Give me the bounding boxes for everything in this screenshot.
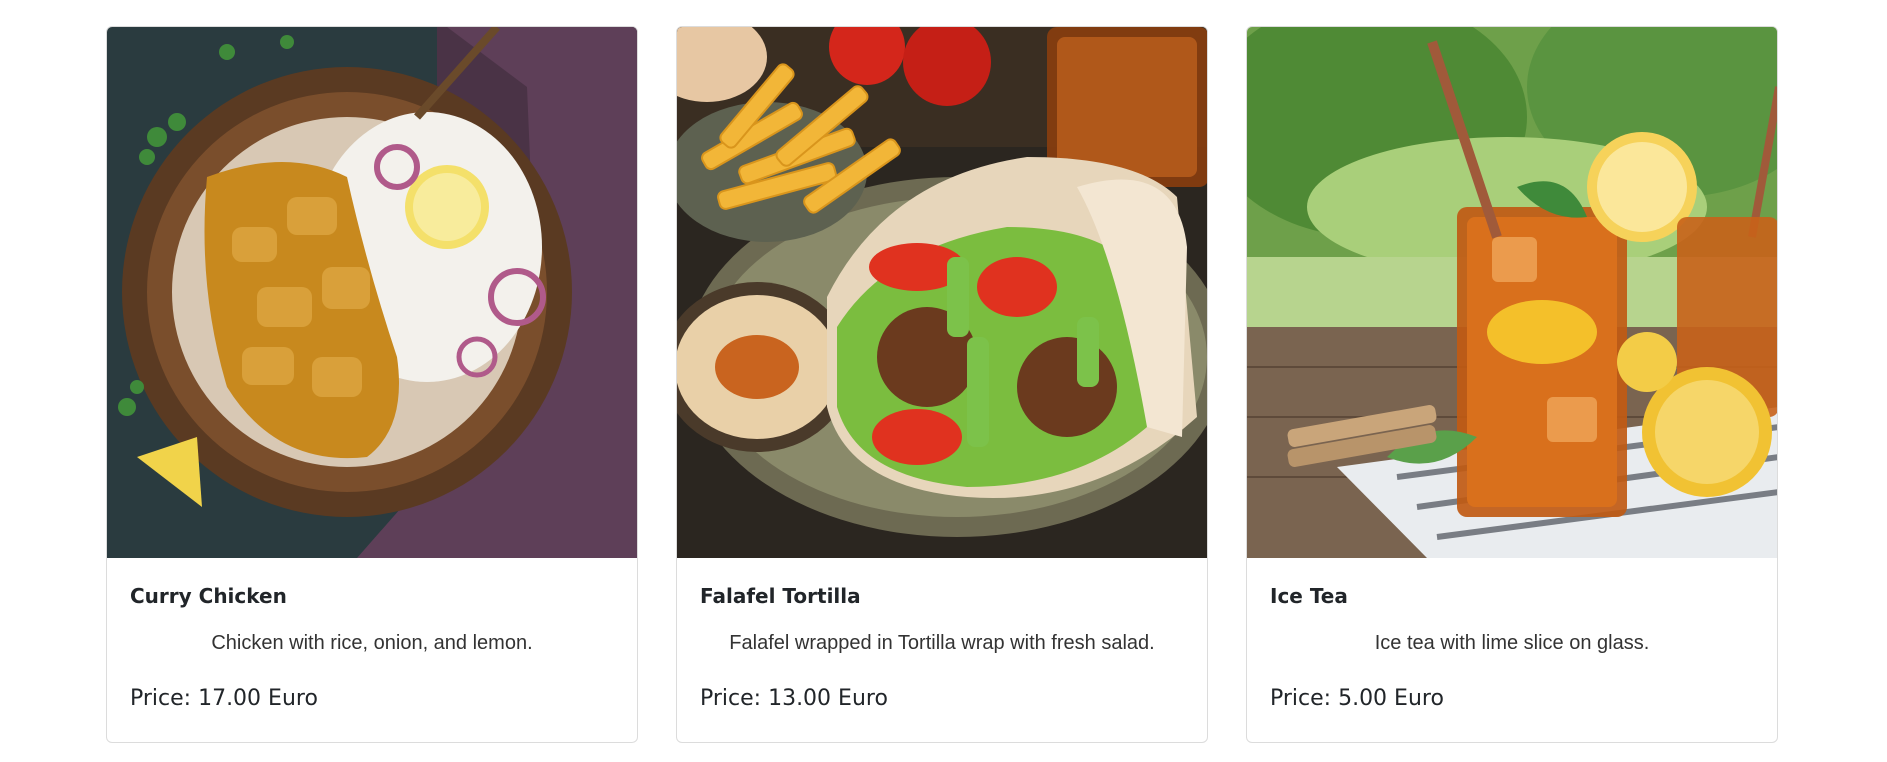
menu-card-falafel-tortilla: Falafel Tortilla Falafel wrapped in Tort… bbox=[676, 26, 1208, 743]
falafel-tortilla-image bbox=[677, 27, 1207, 558]
menu-card-ice-tea: Ice Tea Ice tea with lime slice on glass… bbox=[1246, 26, 1778, 743]
card-body: Curry Chicken Chicken with rice, onion, … bbox=[107, 558, 637, 742]
card-price: Price: 17.00 Euro bbox=[130, 686, 318, 711]
menu-grid: Curry Chicken Chicken with rice, onion, … bbox=[106, 26, 1778, 743]
ice-tea-image bbox=[1247, 27, 1777, 558]
card-body: Ice Tea Ice tea with lime slice on glass… bbox=[1247, 558, 1777, 742]
card-title: Falafel Tortilla bbox=[700, 584, 861, 608]
card-body: Falafel Tortilla Falafel wrapped in Tort… bbox=[677, 558, 1207, 742]
card-description: Falafel wrapped in Tortilla wrap with fr… bbox=[729, 632, 1155, 654]
card-description: Chicken with rice, onion, and lemon. bbox=[211, 632, 533, 654]
card-title: Ice Tea bbox=[1270, 584, 1348, 608]
card-price: Price: 5.00 Euro bbox=[1270, 686, 1444, 711]
curry-chicken-image bbox=[107, 27, 637, 558]
card-description: Ice tea with lime slice on glass. bbox=[1374, 632, 1650, 654]
menu-card-curry-chicken: Curry Chicken Chicken with rice, onion, … bbox=[106, 26, 638, 743]
card-title: Curry Chicken bbox=[130, 584, 287, 608]
card-price: Price: 13.00 Euro bbox=[700, 686, 888, 711]
